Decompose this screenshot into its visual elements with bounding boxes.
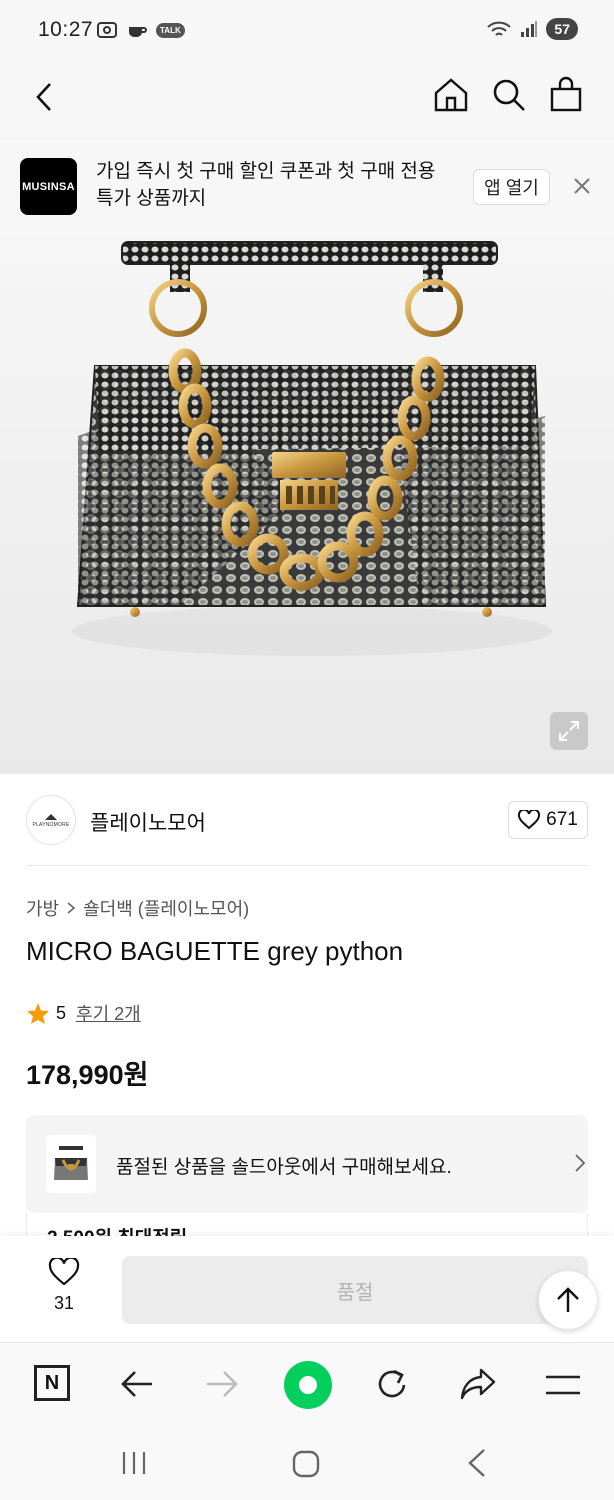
kakaotalk-icon: TALK: [156, 22, 185, 38]
browser-toolbar: N: [0, 1342, 614, 1428]
python-bag-image: [72, 241, 552, 656]
chevron-right-icon: [575, 1154, 586, 1172]
share-icon[interactable]: [459, 1367, 497, 1401]
home-button-icon[interactable]: [292, 1450, 320, 1478]
search-icon[interactable]: [490, 76, 528, 114]
brand-name[interactable]: 플레이노모어: [90, 807, 206, 837]
soldout-promo-card[interactable]: 품절된 상품을 솔드아웃에서 구매해보세요.: [26, 1115, 588, 1213]
status-time: 10:27: [38, 18, 94, 41]
musinsa-logo: MUSINSA: [20, 158, 77, 215]
back-arrow-icon[interactable]: [120, 1369, 154, 1399]
close-icon[interactable]: [572, 176, 592, 196]
recent-apps-icon[interactable]: [120, 1450, 148, 1476]
chevron-right-icon: [67, 902, 76, 914]
breadcrumb-subcategory[interactable]: 숄더백 (플레이노모어): [83, 895, 249, 921]
status-icons-left: TALK: [96, 20, 185, 40]
brand-row[interactable]: PLAYNOMORE 플레이노모어 671: [0, 774, 614, 866]
shopping-bag-icon[interactable]: [548, 76, 584, 114]
expand-image-button[interactable]: [550, 712, 588, 750]
product-title: MICRO BAGUETTE grey python: [26, 936, 404, 966]
reviews-link[interactable]: 후기 2개: [76, 1000, 141, 1026]
wifi-icon: [487, 21, 512, 36]
brand-logo-mark: [45, 814, 57, 820]
battery-indicator: 57: [546, 18, 578, 40]
product-price: 178,990원: [26, 1060, 149, 1090]
wishlist-count: 31: [53, 1293, 75, 1313]
purchase-action-bar: 31 품절: [0, 1236, 614, 1342]
chevron-left-icon[interactable]: [28, 80, 62, 114]
scroll-to-top-button[interactable]: [538, 1270, 598, 1330]
heart-icon: [518, 810, 541, 830]
rating-score: 5: [56, 1002, 67, 1023]
soldout-promo-text: 품절된 상품을 솔드아웃에서 구매해보세요.: [116, 1157, 452, 1178]
refresh-icon[interactable]: [374, 1365, 410, 1403]
green-dot-button[interactable]: [284, 1361, 332, 1409]
product-image[interactable]: [0, 236, 614, 774]
rating: 5 후기 2개: [26, 1000, 141, 1026]
forward-arrow-icon[interactable]: [205, 1369, 239, 1399]
app-install-banner: MUSINSA 가입 즉시 첫 구매 할인 쿠폰과 첫 구매 전용 특가 상품까…: [0, 138, 614, 236]
star-icon: [27, 1002, 49, 1024]
system-navigation-bar: [0, 1428, 614, 1500]
signal-icon: [521, 21, 538, 37]
wishlist-button[interactable]: 31: [44, 1256, 84, 1314]
screenshot-icon: [97, 22, 117, 38]
status-bar: 10:27 TALK 57: [0, 0, 614, 58]
divider: [26, 865, 588, 866]
brand-like-count: 671: [546, 809, 578, 830]
brand-logo-text: PLAYNOMORE: [32, 822, 70, 828]
menu-icon[interactable]: [545, 1373, 581, 1397]
banner-message: 가입 즉시 첫 구매 할인 쿠폰과 첫 구매 전용 특가 상품까지: [96, 161, 436, 209]
open-app-button[interactable]: 앱 열기: [473, 169, 550, 205]
bag-thumbnail-image: [54, 1146, 88, 1180]
arrow-up-icon: [557, 1287, 579, 1312]
breadcrumb: 가방 숄더백 (플레이노모어): [26, 895, 249, 921]
brand-logo[interactable]: PLAYNOMORE: [26, 795, 76, 845]
expand-icon: [559, 721, 579, 741]
brand-like-button[interactable]: 671: [508, 801, 588, 839]
breadcrumb-category[interactable]: 가방: [26, 895, 59, 921]
heart-icon: [48, 1256, 80, 1286]
naver-home-icon[interactable]: N: [34, 1365, 70, 1401]
soldout-button[interactable]: 품절: [122, 1256, 588, 1324]
system-back-icon[interactable]: [466, 1448, 488, 1478]
soldout-thumbnail: [46, 1135, 96, 1193]
cup-icon: [129, 27, 147, 37]
top-nav: [0, 58, 614, 138]
home-icon[interactable]: [432, 76, 470, 114]
status-icons-right: 57: [486, 18, 578, 40]
